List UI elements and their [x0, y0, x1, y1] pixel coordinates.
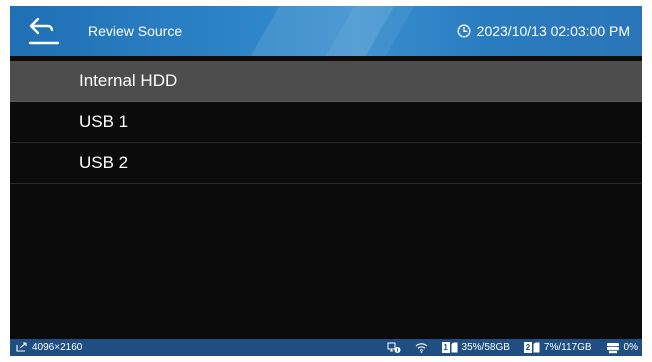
list-item-internal-hdd[interactable]: Internal HDD	[10, 61, 642, 102]
clock-icon	[457, 24, 471, 38]
hdd-usage: 0%	[623, 342, 638, 353]
source-list: Internal HDD USB 1 USB 2	[10, 61, 642, 184]
slot-1-number: 1	[441, 342, 450, 353]
hdd-icon	[606, 342, 619, 353]
status-bar: 4096×2160 1 35%/58GB 2 7%/117GB 0%	[10, 339, 642, 356]
list-item-usb-1[interactable]: USB 1	[10, 102, 642, 143]
wifi-icon	[415, 343, 427, 353]
card-icon	[451, 342, 458, 353]
network-icon	[387, 342, 401, 353]
list-item-label: USB 2	[79, 153, 129, 172]
back-arrow-icon	[28, 17, 60, 45]
status-left: 4096×2160	[16, 339, 82, 356]
page-title: Review Source	[88, 23, 183, 39]
card-slot-1: 1	[441, 342, 458, 353]
list-item-usb-2[interactable]: USB 2	[10, 143, 642, 184]
card-icon	[533, 342, 540, 353]
header-bar: Review Source 2023/10/13 02:03:00 PM	[10, 6, 642, 56]
slot-2-usage: 7%/117GB	[543, 342, 592, 353]
resolution-text: 4096×2160	[32, 342, 83, 353]
slot-2-number: 2	[523, 342, 532, 353]
list-item-label: USB 1	[79, 112, 129, 131]
datetime-text: 2023/10/13 02:03:00 PM	[476, 23, 630, 39]
datetime-display: 2023/10/13 02:03:00 PM	[457, 6, 630, 56]
input-signal-icon	[16, 342, 27, 352]
card-slot-2: 2	[523, 342, 540, 353]
app-window: Review Source 2023/10/13 02:03:00 PM Int…	[10, 6, 642, 356]
list-item-label: Internal HDD	[79, 71, 178, 90]
slot-1-usage: 35%/58GB	[461, 342, 510, 353]
back-button[interactable]	[26, 16, 66, 48]
status-right: 1 35%/58GB 2 7%/117GB 0%	[387, 339, 638, 356]
